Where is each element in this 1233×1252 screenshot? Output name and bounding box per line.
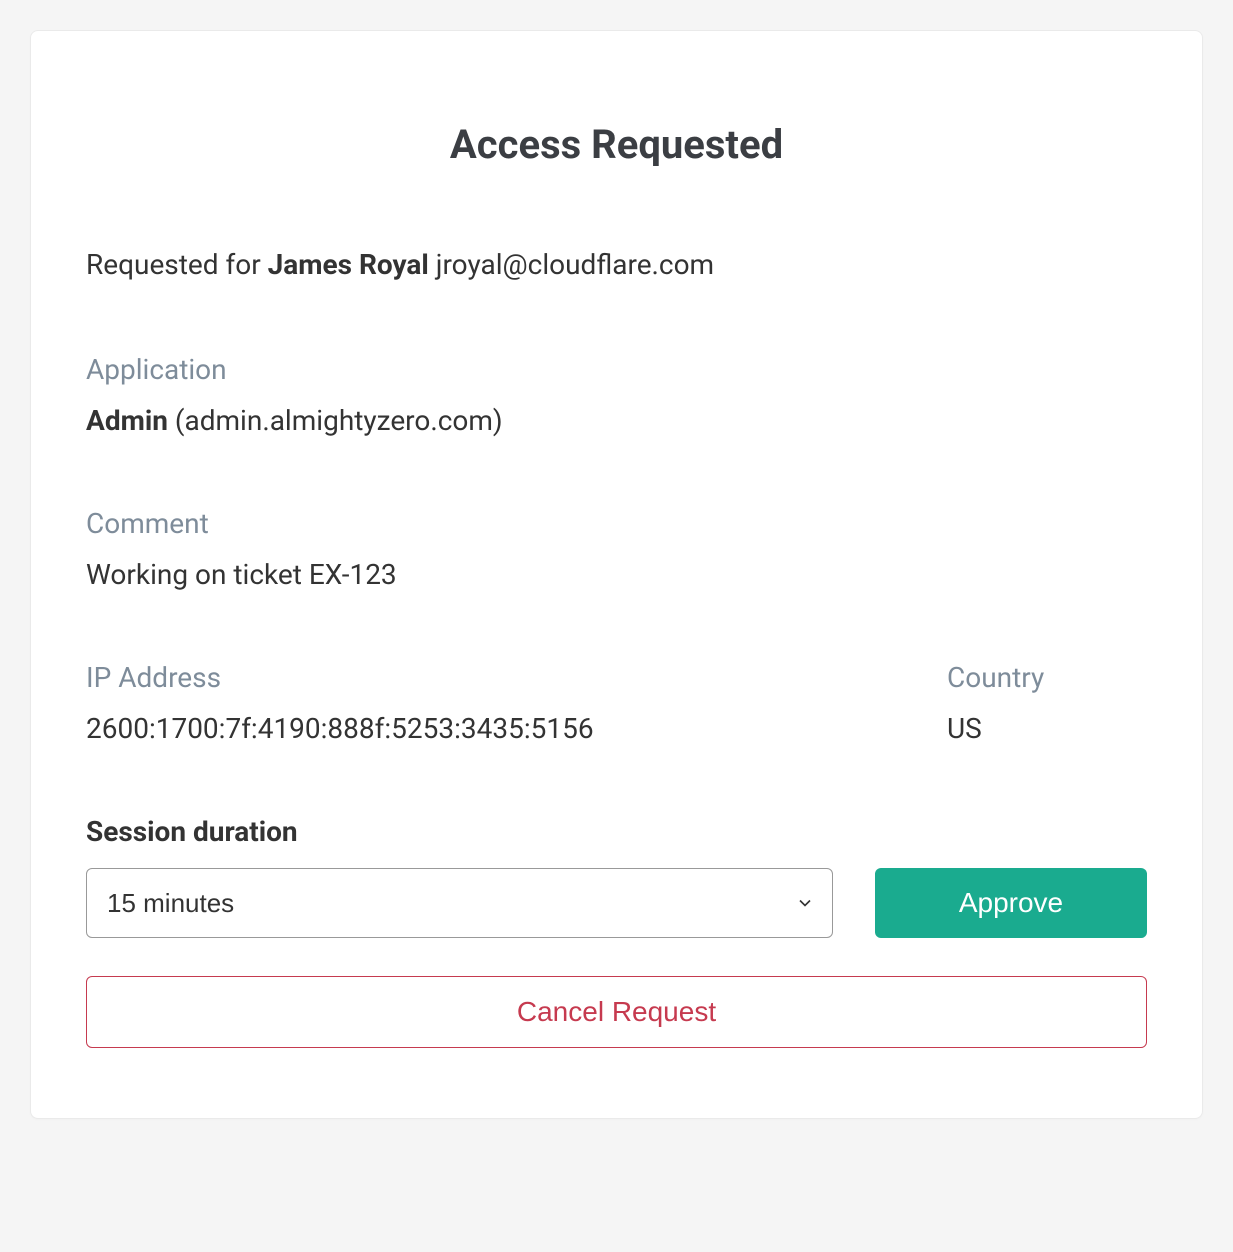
country-label: Country [947, 661, 1147, 694]
application-url: (admin.almightyzero.com) [175, 404, 503, 437]
session-duration-select-wrap: 15 minutes [86, 868, 833, 938]
application-value: Admin (admin.almightyzero.com) [86, 404, 1147, 437]
country-value: US [947, 712, 1147, 745]
application-section: Application Admin (admin.almightyzero.co… [86, 353, 1147, 437]
requester-email: jroyal@cloudflare.com [436, 248, 714, 281]
comment-label: Comment [86, 507, 1147, 540]
ip-country-row: IP Address 2600:1700:7f:4190:888f:5253:3… [86, 661, 1147, 745]
action-row: 15 minutes Approve [86, 868, 1147, 938]
session-duration-select[interactable]: 15 minutes [86, 868, 833, 938]
application-label: Application [86, 353, 1147, 386]
application-name: Admin [86, 404, 168, 437]
cancel-request-button[interactable]: Cancel Request [86, 976, 1147, 1048]
country-section: Country US [947, 661, 1147, 745]
requested-for-prefix: Requested for [86, 248, 268, 281]
access-request-card: Access Requested Requested for James Roy… [30, 30, 1203, 1119]
approve-button[interactable]: Approve [875, 868, 1147, 938]
ip-value: 2600:1700:7f:4190:888f:5253:3435:5156 [86, 712, 907, 745]
page-title: Access Requested [86, 121, 1147, 168]
session-duration-label: Session duration [86, 815, 1147, 848]
comment-value: Working on ticket EX-123 [86, 558, 1147, 591]
comment-section: Comment Working on ticket EX-123 [86, 507, 1147, 591]
ip-label: IP Address [86, 661, 907, 694]
ip-section: IP Address 2600:1700:7f:4190:888f:5253:3… [86, 661, 907, 745]
requester-name: James Royal [268, 248, 429, 281]
requested-for-line: Requested for James Royal jroyal@cloudfl… [86, 248, 1147, 281]
